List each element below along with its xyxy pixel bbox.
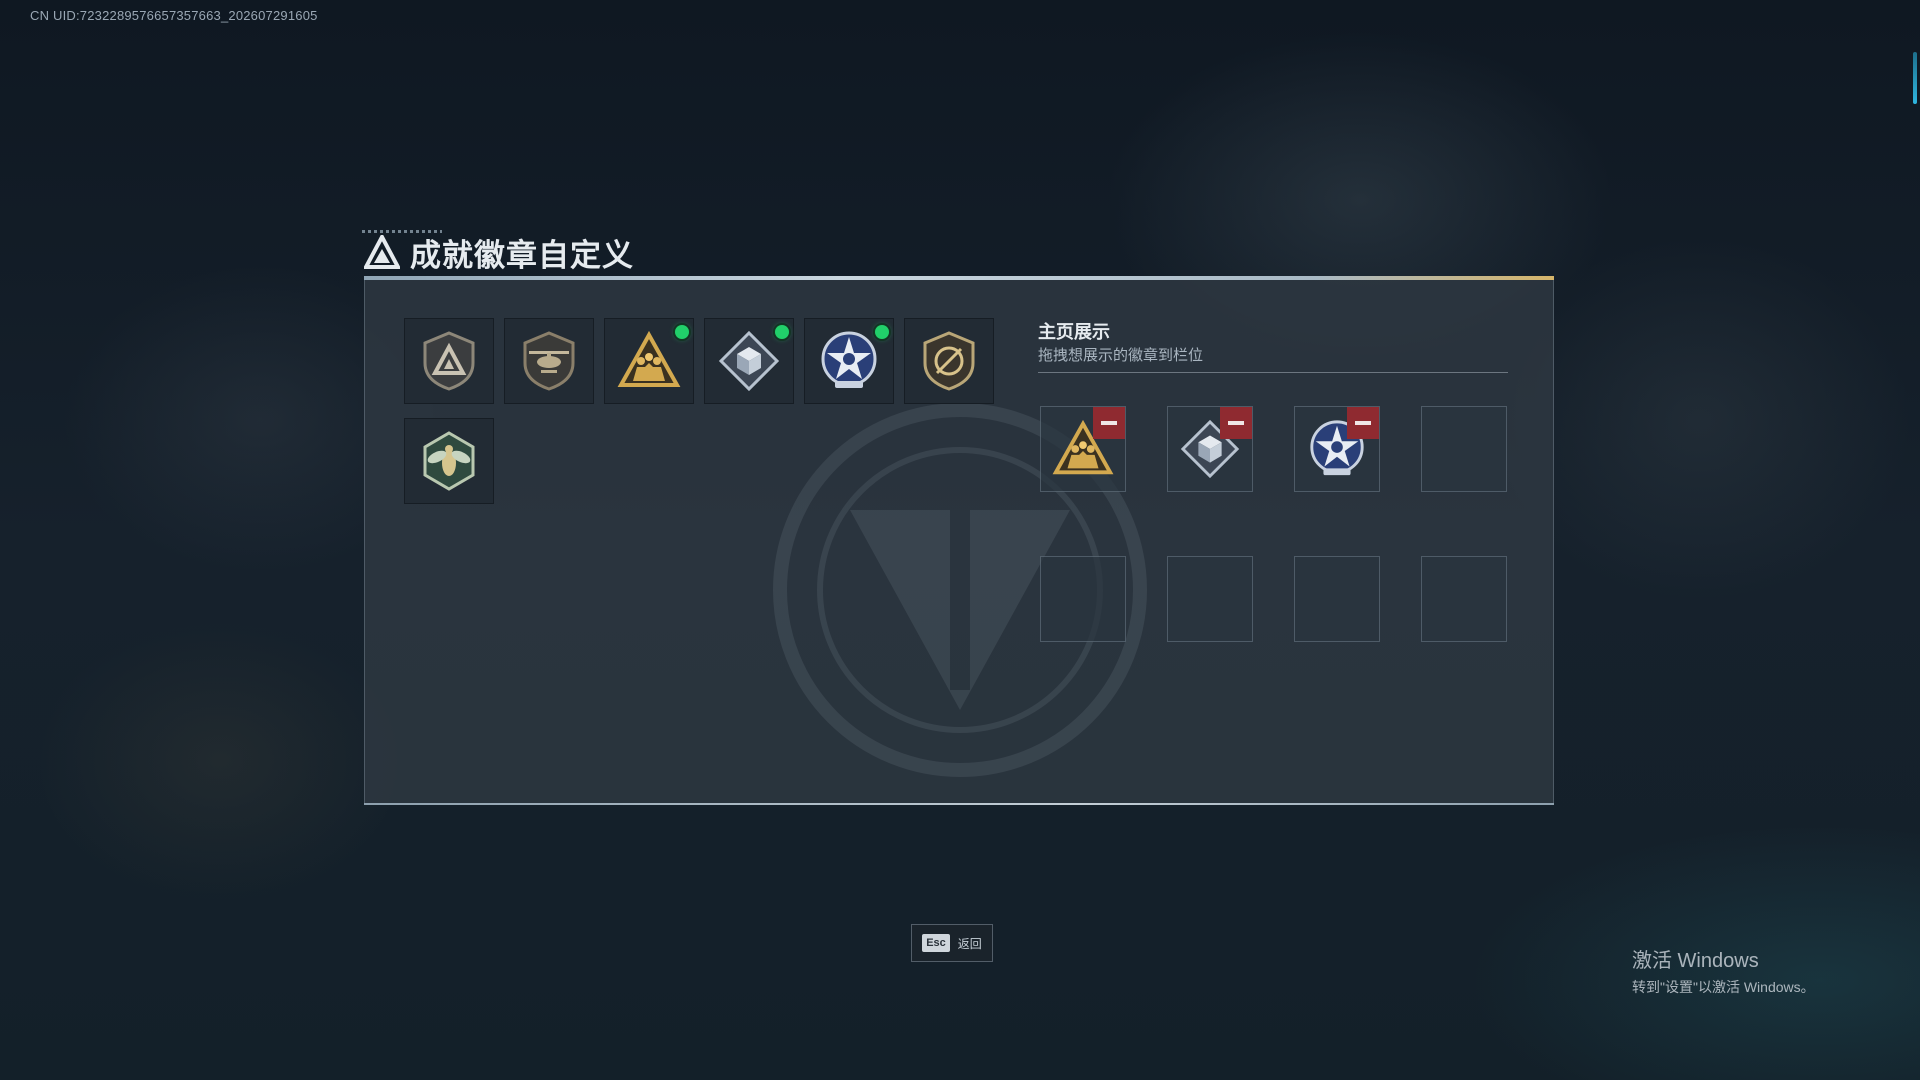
showcase-slot-empty[interactable] xyxy=(1040,556,1126,642)
activation-hint: 转到"设置"以激活 Windows。 xyxy=(1632,979,1815,995)
minus-icon xyxy=(1355,421,1371,425)
showcase-slot-empty[interactable] xyxy=(1167,556,1253,642)
activation-title: 激活 Windows xyxy=(1632,950,1759,972)
new-indicator-dot xyxy=(675,325,689,339)
remove-badge-button[interactable] xyxy=(1093,407,1125,439)
helicopter-shield-badge-icon xyxy=(523,331,575,391)
badge-item[interactable] xyxy=(804,318,894,404)
silver-diamond-cube-badge-icon xyxy=(718,330,780,392)
badge-item[interactable] xyxy=(704,318,794,404)
target-shield-badge-icon xyxy=(923,331,975,391)
new-indicator-dot xyxy=(775,325,789,339)
scroll-indicator xyxy=(1913,52,1917,104)
showcase-slot[interactable] xyxy=(1167,406,1253,492)
esc-key-hint: Esc xyxy=(922,934,950,952)
showcase-subtitle: 拖拽想展示的徽章到栏位 xyxy=(1038,346,1204,364)
showcase-title: 主页展示 xyxy=(1038,322,1110,343)
hornet-hexagon-badge-icon xyxy=(423,431,475,491)
minus-icon xyxy=(1101,421,1117,425)
showcase-slot-empty[interactable] xyxy=(1421,556,1507,642)
gold-triangle-soldiers-badge-icon xyxy=(617,330,681,387)
shield-triangle-badge-icon xyxy=(423,331,475,391)
new-indicator-dot xyxy=(875,325,889,339)
showcase-slot[interactable] xyxy=(1040,406,1126,492)
uid-text: CN UID:7232289576657357663_202607291605 xyxy=(30,8,318,23)
panel-top-border xyxy=(364,276,1554,280)
blue-star-medal-badge-icon xyxy=(821,331,877,388)
back-label: 返回 xyxy=(957,936,982,951)
remove-badge-button[interactable] xyxy=(1220,407,1252,439)
showcase-slot[interactable] xyxy=(1294,406,1380,492)
showcase-slot-empty[interactable] xyxy=(1421,406,1507,492)
page-title: 成就徽章自定义 xyxy=(410,237,634,274)
badge-item[interactable] xyxy=(504,318,594,404)
showcase-slot-empty[interactable] xyxy=(1294,556,1380,642)
triangle-logo-icon xyxy=(364,235,400,269)
back-button[interactable]: Esc 返回 xyxy=(911,924,993,962)
windows-activation-watermark: 激活 Windows 转到"设置"以激活 Windows。 xyxy=(1632,944,1815,997)
badge-item[interactable] xyxy=(404,318,494,404)
badge-item[interactable] xyxy=(904,318,994,404)
minus-icon xyxy=(1228,421,1244,425)
showcase-divider xyxy=(1038,372,1508,373)
page-header: 成就徽章自定义 xyxy=(364,232,634,274)
remove-badge-button[interactable] xyxy=(1347,407,1379,439)
badge-item[interactable] xyxy=(404,418,494,504)
panel-bottom-border xyxy=(364,803,1554,805)
badge-item[interactable] xyxy=(604,318,694,404)
